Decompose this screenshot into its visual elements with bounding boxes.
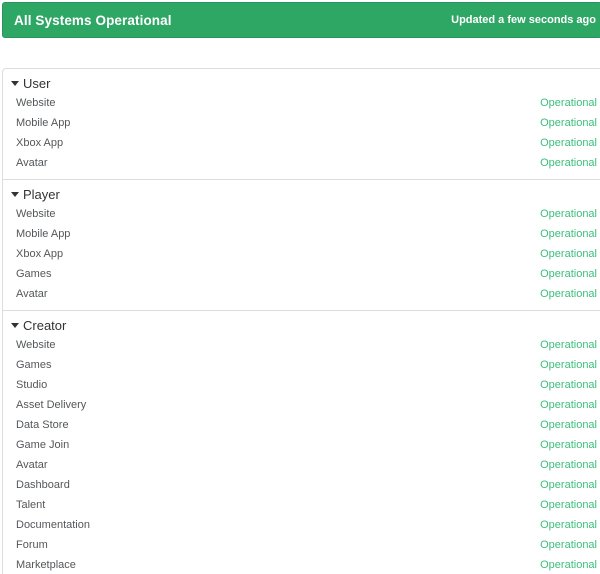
component-label: Game Join — [16, 439, 70, 451]
component-row: Documentation Operational — [3, 515, 600, 535]
component-label: Avatar — [16, 459, 48, 471]
component-row: Mobile App Operational — [3, 113, 600, 133]
component-status-badge: Operational — [540, 248, 597, 260]
component-label: Studio — [16, 379, 48, 391]
component-row: Avatar Operational — [3, 284, 600, 304]
component-label: Website — [16, 339, 56, 351]
component-status-badge: Operational — [540, 399, 597, 411]
component-label: Games — [16, 268, 52, 280]
component-status-badge: Operational — [540, 339, 597, 351]
component-row: Website Operational — [3, 335, 600, 355]
component-status-badge: Operational — [540, 359, 597, 371]
component-row: Forum Operational — [3, 535, 600, 555]
component-row: Website Operational — [3, 204, 600, 224]
component-status-badge: Operational — [540, 459, 597, 471]
component-row: Asset Delivery Operational — [3, 395, 600, 415]
component-label: Data Store — [16, 419, 69, 431]
component-label: Dashboard — [16, 479, 70, 491]
component-row: Game Join Operational — [3, 435, 600, 455]
component-status-badge: Operational — [540, 117, 597, 129]
component-label: Xbox App — [16, 137, 64, 149]
component-label: Xbox App — [16, 248, 64, 260]
component-status-badge: Operational — [540, 499, 597, 511]
component-status-badge: Operational — [540, 559, 597, 571]
section-name: Creator — [23, 317, 67, 333]
last-updated-text: Updated a few seconds ago — [451, 14, 596, 26]
component-row: Xbox App Operational — [3, 133, 600, 153]
chevron-down-icon — [11, 191, 19, 197]
overall-status-title: All Systems Operational — [14, 12, 172, 28]
component-row: Marketplace Operational — [3, 555, 600, 574]
component-label: Forum — [16, 539, 48, 551]
component-status-badge: Operational — [540, 539, 597, 551]
section-toggle-player[interactable]: Player — [3, 184, 600, 204]
component-label: Asset Delivery — [16, 399, 87, 411]
section-rows: Website Operational Games Operational St… — [3, 335, 600, 574]
component-label: Mobile App — [16, 117, 71, 129]
component-label: Documentation — [16, 519, 90, 531]
component-label: Website — [16, 208, 56, 220]
component-row: Website Operational — [3, 93, 600, 113]
component-row: Games Operational — [3, 355, 600, 375]
component-label: Games — [16, 359, 52, 371]
chevron-down-icon — [11, 322, 19, 328]
component-status-badge: Operational — [540, 519, 597, 531]
component-row: Talent Operational — [3, 495, 600, 515]
section-toggle-creator[interactable]: Creator — [3, 315, 600, 335]
component-section: Creator Website Operational Games Operat… — [3, 310, 600, 574]
component-section: User Website Operational Mobile App Oper… — [3, 69, 600, 179]
component-row: Mobile App Operational — [3, 224, 600, 244]
component-status-badge: Operational — [540, 228, 597, 240]
component-status-badge: Operational — [540, 97, 597, 109]
component-label: Marketplace — [16, 559, 76, 571]
component-status-badge: Operational — [540, 419, 597, 431]
component-label: Avatar — [16, 288, 48, 300]
component-status-badge: Operational — [540, 288, 597, 300]
status-banner: All Systems Operational Updated a few se… — [2, 2, 600, 38]
section-rows: Website Operational Mobile App Operation… — [3, 93, 600, 173]
components-list: User Website Operational Mobile App Oper… — [2, 68, 600, 574]
section-name: User — [23, 75, 51, 91]
component-status-badge: Operational — [540, 268, 597, 280]
component-status-badge: Operational — [540, 137, 597, 149]
component-status-badge: Operational — [540, 379, 597, 391]
component-label: Talent — [16, 499, 46, 511]
component-label: Mobile App — [16, 228, 71, 240]
component-section: Player Website Operational Mobile App Op… — [3, 179, 600, 310]
section-rows: Website Operational Mobile App Operation… — [3, 204, 600, 304]
section-toggle-user[interactable]: User — [3, 73, 600, 93]
component-row: Studio Operational — [3, 375, 600, 395]
component-status-badge: Operational — [540, 479, 597, 491]
component-status-badge: Operational — [540, 157, 597, 169]
component-row: Avatar Operational — [3, 455, 600, 475]
component-row: Dashboard Operational — [3, 475, 600, 495]
component-row: Data Store Operational — [3, 415, 600, 435]
component-row: Xbox App Operational — [3, 244, 600, 264]
component-row: Games Operational — [3, 264, 600, 284]
chevron-down-icon — [11, 80, 19, 86]
component-label: Website — [16, 97, 56, 109]
section-name: Player — [23, 186, 60, 202]
component-status-badge: Operational — [540, 439, 597, 451]
component-row: Avatar Operational — [3, 153, 600, 173]
component-status-badge: Operational — [540, 208, 597, 220]
component-label: Avatar — [16, 157, 48, 169]
